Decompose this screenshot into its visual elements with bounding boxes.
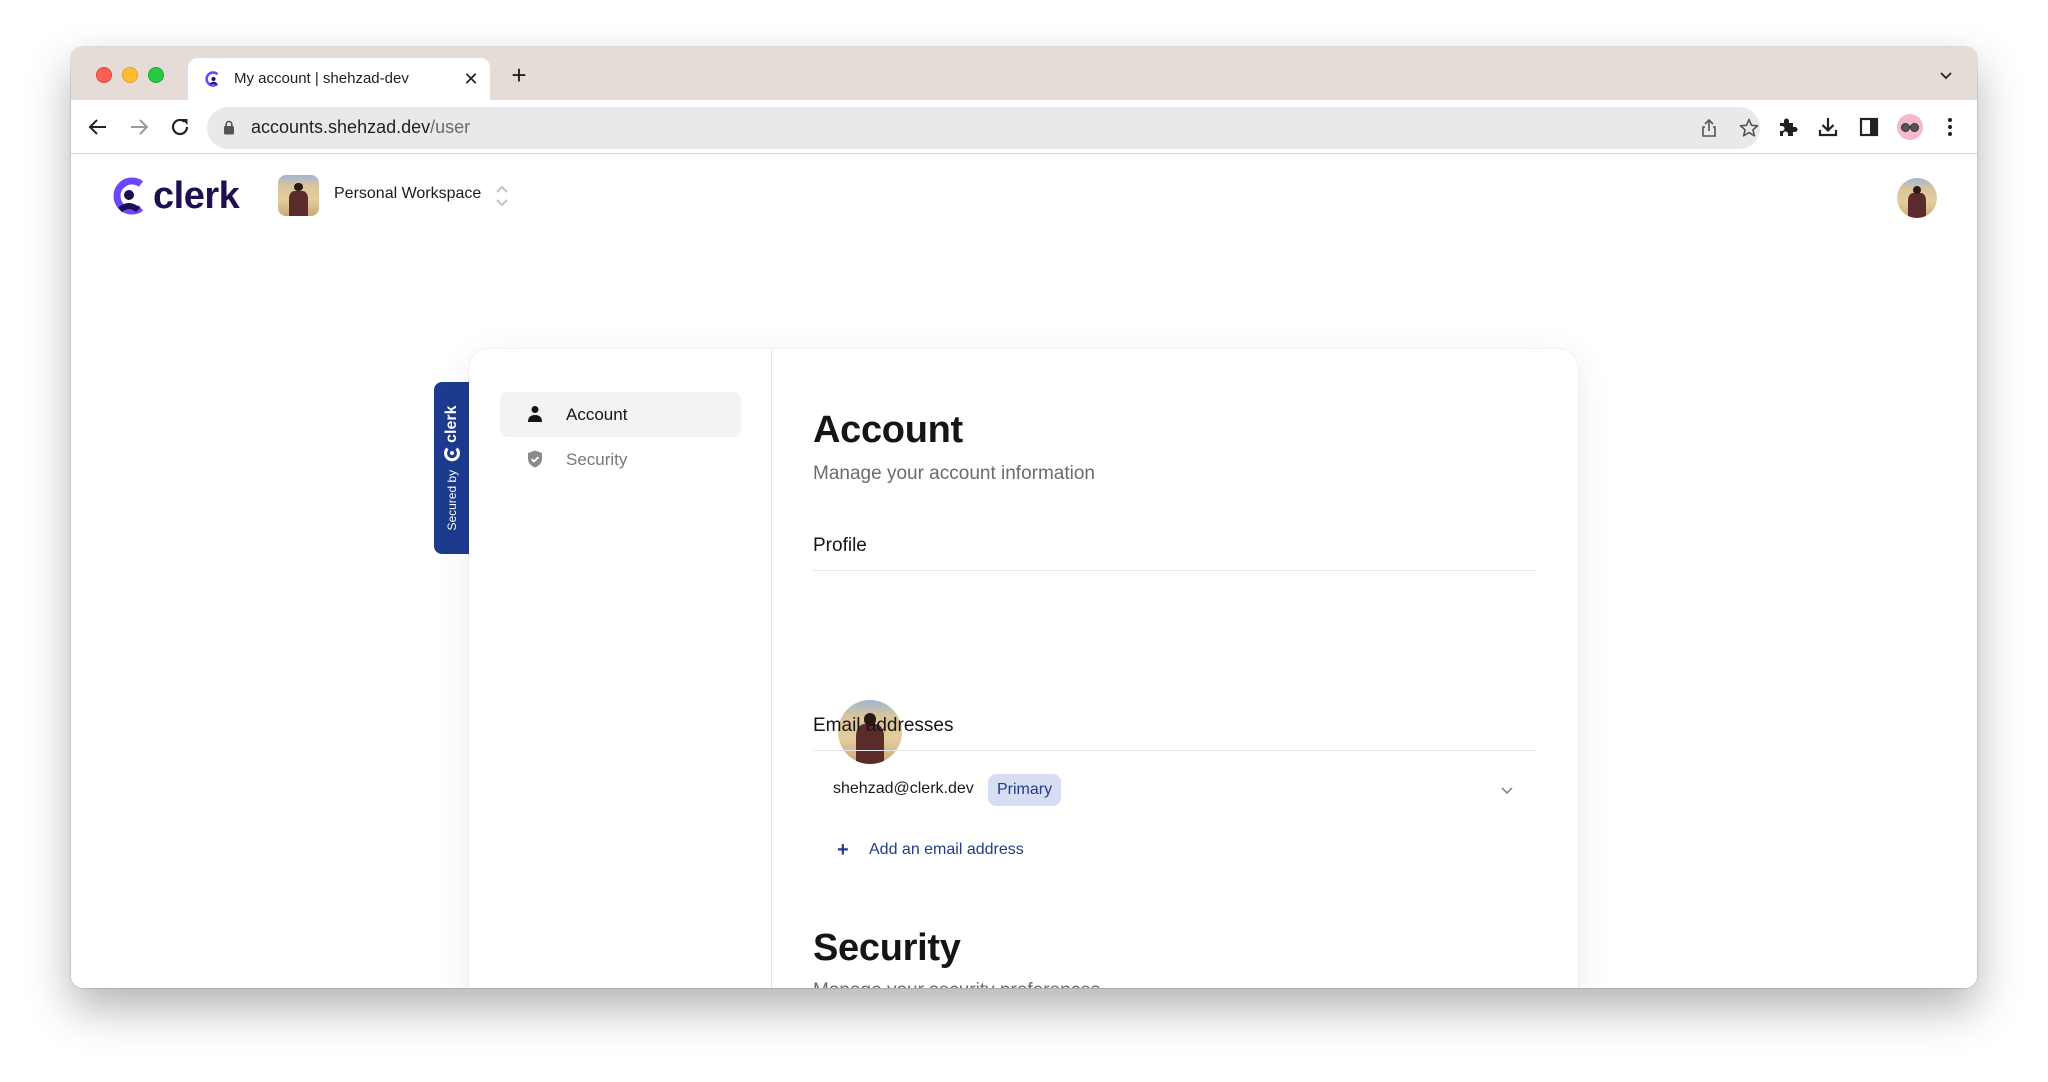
workspace-switcher-label[interactable]: Personal Workspace [334,185,481,203]
logo-text: clerk [153,175,240,217]
clerk-favicon-icon [205,71,219,87]
profile-divider [813,570,1537,571]
user-icon [528,406,542,422]
back-icon[interactable] [85,114,111,140]
page-content: clerk Personal Workspace Secured by cler… [71,155,1977,988]
secured-brand-text: clerk [443,405,460,443]
user-avatar-button[interactable] [1897,178,1937,218]
secured-by-clerk-badge[interactable]: Secured by clerk [434,382,470,554]
nav-item-label: Account [566,405,628,424]
primary-badge: Primary [988,774,1062,806]
address-bar[interactable]: accounts.shehzad.dev/user [207,107,1760,149]
add-email-label: Add an email address [869,841,1024,858]
nav-item-account[interactable]: Account [500,392,741,437]
security-subtitle: Manage your security preferences [813,980,1100,988]
email-list-item[interactable]: shehzad@clerk.dev Primary [813,772,1537,808]
secured-by-text: Secured by [445,469,459,531]
bookmark-star-icon[interactable] [1738,117,1760,139]
lock-icon[interactable] [223,120,235,135]
new-tab-button[interactable]: + [507,62,531,88]
account-subtitle: Manage your account information [813,463,1095,484]
tab-strip: My account | shehzad-dev ✕ + [71,47,1977,100]
email-divider [813,750,1537,751]
security-title: Security [813,927,961,969]
tab-title: My account | shehzad-dev [234,70,409,87]
chevron-up-down-icon[interactable] [495,183,509,209]
chevron-down-icon[interactable] [1499,782,1515,798]
side-panel-icon[interactable] [1857,115,1881,139]
shield-check-icon [528,450,542,468]
share-icon[interactable] [1698,117,1720,139]
maximize-window-button[interactable] [148,67,164,83]
clerk-logo[interactable]: clerk [111,175,240,217]
url-text[interactable]: accounts.shehzad.dev/user [251,117,470,138]
clerk-logo-icon [444,447,460,462]
card-divider [771,349,772,988]
nav-item-security[interactable]: Security [500,437,741,482]
add-email-button[interactable]: + Add an email address [837,837,1024,863]
reload-icon[interactable] [167,114,193,140]
profile-icon[interactable] [1897,114,1923,140]
close-window-button[interactable] [96,67,112,83]
extensions-icon[interactable] [1776,115,1800,139]
email-section-title: Email addresses [813,715,954,736]
download-icon[interactable] [1816,115,1840,139]
tab-search-chevron-icon[interactable] [1938,67,1954,83]
browser-toolbar: accounts.shehzad.dev/user [71,100,1977,154]
account-title: Account [813,409,963,451]
email-address: shehzad@clerk.dev [833,780,974,797]
url-path: /user [430,117,471,137]
clerk-logo-icon [113,177,144,215]
tab-close-icon[interactable]: ✕ [460,68,482,90]
url-host: accounts.shehzad.dev [251,117,431,137]
nav-item-label: Security [566,450,628,469]
browser-window: My account | shehzad-dev ✕ + accounts.sh… [71,47,1977,988]
plus-icon: + [837,838,849,861]
browser-tab[interactable]: My account | shehzad-dev ✕ [188,58,490,100]
profile-section-title: Profile [813,535,867,556]
user-profile-card: Account Security Account Manage your acc… [469,349,1578,988]
menu-icon[interactable] [1938,115,1962,139]
forward-icon[interactable] [126,114,152,140]
minimize-window-button[interactable] [122,67,138,83]
workspace-avatar[interactable] [278,175,319,216]
